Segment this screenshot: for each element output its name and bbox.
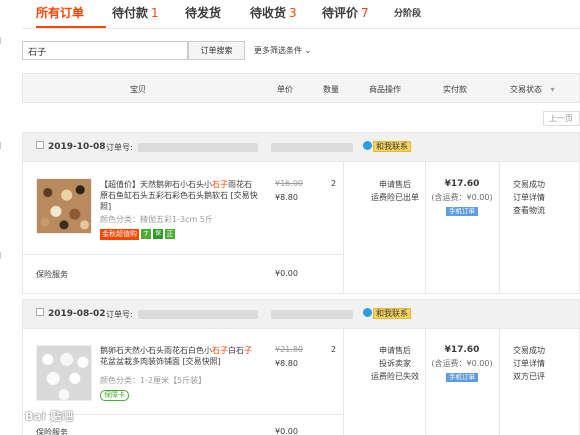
guarantee-icon: 保 [153,229,163,239]
header-paid: 实付款 [443,85,467,94]
trade-status: 交易成功 订单详情 双方已评 [499,344,559,383]
seven-day-return-icon: 7 [141,229,151,239]
apply-aftersale-link[interactable]: 申请售后 [365,178,425,191]
order-search-button[interactable]: 订单搜索 [188,41,245,60]
chevron-down-icon: ⌄ [304,46,312,55]
redacted-shop-name [271,310,353,319]
baidu-tieba-watermark: Bai 贴吧 [25,410,74,423]
column-divider [343,162,344,293]
mobile-order-badge: 手机订单 [446,373,478,382]
order-card: 2019-10-08 订单号: 和我联系 【超值价】天然鹅卵石小石头小石子雨花石… [22,132,580,294]
contact-seller-button[interactable]: 和我联系 [363,308,411,319]
reviewed-status: 双方已评 [513,372,545,381]
apply-aftersale-link[interactable]: 申请售后 [365,344,425,357]
column-divider [425,329,426,435]
promo-badge: 金秋超值购 [100,229,139,240]
view-logistics-link[interactable]: 查看物流 [513,204,559,217]
order-card: 2019-08-02 订单号: 和我联系 鹅卵石天然小石头雨花石白色小石子白石子… [22,299,580,435]
item-operations: 申请售后 投诉卖家 运费险已失效 [365,344,425,383]
order-header: 2019-10-08 订单号: 和我联系 [23,133,579,162]
order-checkbox[interactable] [36,141,44,149]
header-status[interactable]: 交易状态 ▾ [510,84,555,95]
order-details-link[interactable]: 订单详情 [513,357,559,370]
header-unit-price: 单价 [277,85,293,94]
column-divider [343,329,344,435]
insurance-service-label: 保险服务 [36,428,68,435]
unit-price: ¥8.80 [275,359,298,368]
row-divider [23,254,343,255]
quantity: 2 [331,179,337,188]
trade-status-text: 交易成功 [513,346,545,355]
insurance-service-price: ¥0.00 [275,269,298,278]
insurance-service-label: 保险服务 [36,270,68,279]
product-tags: 金秋超值购 7 保正 [100,229,175,240]
trade-status-text: 交易成功 [513,180,545,189]
product-title[interactable]: 鹅卵石天然小石头雨花石白色小石子白石子花盆盆栽多肉装饰铺面 [交易快照] [100,345,258,367]
redacted-order-number [138,310,258,319]
order-details-link[interactable]: 订单详情 [513,191,559,204]
unit-price: ¥8.80 [275,193,298,202]
table-header: 宝贝 单价 数量 商品操作 实付款 交易状态 ▾ [22,73,580,103]
search-input[interactable]: 石子 [22,41,188,60]
column-divider [499,162,500,293]
prev-page-button[interactable]: 上一页 [543,111,580,126]
wangwang-icon [363,141,372,150]
tabs-divider [22,28,580,29]
complain-seller-link[interactable]: 投诉卖家 [365,357,425,370]
header-ops: 商品操作 [369,85,401,94]
more-filters-link[interactable]: 更多筛选条件 ⌄ [254,45,311,56]
order-header: 2019-08-02 订单号: 和我联系 [23,300,579,329]
tab-all-orders[interactable]: 所有订单 [36,4,84,21]
order-date: 2019-10-08 [48,142,106,152]
contact-seller-button[interactable]: 和我联系 [363,141,411,152]
order-number-label: 订单号: [106,310,133,319]
product-attribute: 颜色分类：精抛五彩1-3cm 5斤 [100,215,213,224]
wangwang-icon [363,308,372,317]
product-tags: 保障卡 [100,390,129,401]
freight-insurance-status: 运费险已失效 [371,372,419,381]
product-thumbnail[interactable] [36,345,92,401]
item-operations: 申请售后 运费险已出单 [365,178,425,204]
paid-amount: ¥17.60 (含运费：¥0.00) 手机订单 [431,179,493,216]
order-checkbox[interactable] [36,308,44,316]
caret-down-icon: ▾ [550,85,555,94]
tab-pending-shipment[interactable]: 待发货 [185,4,221,21]
insurance-card-badge: 保障卡 [100,390,129,401]
product-thumbnail[interactable] [36,178,92,234]
original-price: ¥21.80 [275,345,303,354]
insurance-service-price: ¥0.00 [275,427,298,435]
column-divider [499,329,500,435]
original-price: ¥16.00 [275,179,303,188]
product-title[interactable]: 【超值价】天然鹅卵石小石头小石子雨花石原石鱼缸石头五彩石彩色石头鹅软石 [交易快… [100,179,258,212]
header-qty: 数量 [323,85,339,94]
column-divider [425,162,426,293]
product-attribute: 颜色分类：1-2厘米【5斤装】 [100,376,207,385]
freight-insurance-status: 运费险已出单 [371,193,419,202]
header-item: 宝贝 [130,85,146,94]
order-tabs: 所有订单 待付款 1 待发货 待收货 3 待评价 7 分阶段 [22,0,580,30]
paid-amount: ¥17.60 (含运费：¥0.00) 手机订单 [431,345,493,382]
tab-pending-receipt[interactable]: 待收货 3 [250,4,297,21]
trade-status: 交易成功 订单详情 查看物流 [499,178,559,217]
redacted-shop-name [271,143,353,152]
mobile-order-badge: 手机订单 [446,207,478,216]
order-date: 2019-08-02 [48,309,106,319]
order-number-label: 订单号: [106,143,133,152]
tab-pending-payment[interactable]: 待付款 1 [112,4,159,21]
redacted-order-number [138,143,258,152]
tab-pending-review[interactable]: 待评价 7 [322,4,369,21]
tab-staged[interactable]: 分阶段 [394,6,421,19]
quantity: 2 [331,345,337,354]
genuine-icon: 正 [165,229,175,239]
